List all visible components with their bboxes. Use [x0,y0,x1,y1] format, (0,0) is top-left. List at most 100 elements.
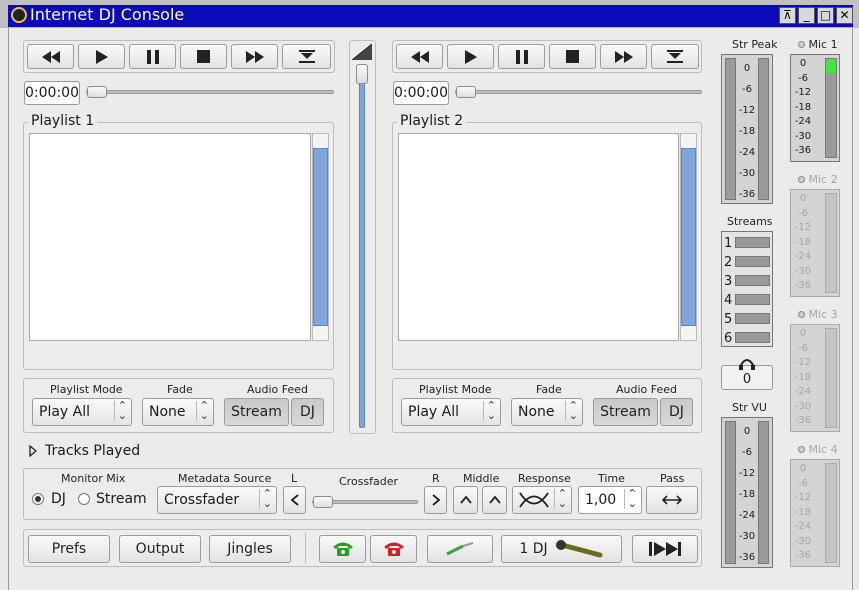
right-stream-toggle[interactable]: Stream [593,398,658,426]
stream-indicator [735,313,770,324]
app-record-icon [11,7,27,23]
left-stream-toggle[interactable]: Stream [224,398,289,426]
keep-above-button[interactable]: ⊼ [779,7,796,24]
mic1-level-bar [825,58,837,158]
pause-icon [515,49,528,64]
crossfade-curve-icon [519,492,549,508]
response-select[interactable]: ⌃ ⌄ [512,486,572,514]
left-stop-button[interactable] [180,44,227,69]
stream-indicator [735,275,770,286]
right-playlist-mode-select[interactable]: Play All ⌃ ⌄ [401,398,501,426]
scale-tick: -12 [794,87,812,98]
phone-answer-button[interactable] [319,535,366,563]
left-rewind-button[interactable] [27,44,74,69]
left-time-display[interactable]: 0:00:00 [24,81,80,105]
left-fast-forward-button[interactable] [231,44,278,69]
mic1-status-dot [798,41,805,48]
rewind-icon [410,50,429,63]
pass-button[interactable] [646,486,698,514]
spin-arrows-icon[interactable]: ⌃ ⌄ [623,488,637,509]
metadata-source-select[interactable]: Crossfader ⌃ ⌄ [157,486,277,514]
left-fade-select[interactable]: None ⌃ ⌄ [142,398,214,426]
right-fast-forward-button[interactable] [600,44,647,69]
right-playlist-scroll-thumb[interactable] [681,148,696,326]
advance-button[interactable] [632,535,698,563]
left-playlist[interactable] [29,133,311,341]
prefs-button[interactable]: Prefs [28,535,110,563]
right-playlist-mode-label: Playlist Mode [419,383,492,396]
scale-tick: -12 [738,468,756,479]
green-phone-icon [332,542,353,556]
stop-icon [566,50,579,63]
crossfader-right-button[interactable] [424,486,447,514]
scale-tick: -24 [794,251,812,262]
volume-icon [352,44,372,60]
jingles-button[interactable]: Jingles [209,535,291,563]
right-stop-after-button[interactable] [651,44,699,69]
left-pause-button[interactable] [129,44,176,69]
right-stop-button[interactable] [549,44,596,69]
dj-microphone-button[interactable]: 1 DJ [501,535,622,563]
mic1-peak-indicator [826,59,836,73]
left-playlist-mode-select[interactable]: Play All ⌃ ⌄ [32,398,132,426]
scale-tick: 0 [799,193,807,204]
right-playlist-mode-value: Play All [408,404,460,420]
stream-indicator [735,256,770,267]
right-seek-slider[interactable] [455,90,702,94]
mic3-level-bar [825,328,837,428]
right-time-display[interactable]: 0:00:00 [393,81,449,105]
left-playlist-scroll-thumb[interactable] [313,148,328,326]
right-seek-knob[interactable] [456,86,476,98]
middle-left-button[interactable] [453,486,478,514]
scale-tick: -36 [794,415,812,426]
time-value: 1,00 [585,492,617,508]
fast-forward-icon [245,50,264,63]
close-button[interactable]: ✕ [836,7,853,24]
middle-right-button[interactable] [482,486,507,514]
right-audio-feed-label: Audio Feed [616,383,678,396]
pass-label: Pass [660,472,685,485]
right-playlist[interactable] [398,133,679,341]
left-dj-toggle[interactable]: DJ [291,398,324,426]
volume-knob[interactable] [356,64,368,84]
left-seek-knob[interactable] [87,86,107,98]
chevron-up-icon [459,496,472,504]
right-dj-toggle[interactable]: DJ [660,398,693,426]
maximize-button[interactable]: □ [817,7,834,24]
minimize-button[interactable]: _ [798,7,815,24]
right-pause-button[interactable] [498,44,545,69]
mic1-scale: 0 -6 -12 -18 -24 -30 -36 [793,57,813,159]
tracks-played-expander[interactable]: Tracks Played [45,443,140,459]
scale-tick: -6 [798,207,808,219]
monitor-dj-label[interactable]: DJ [51,491,66,507]
output-button[interactable]: Output [119,535,201,563]
right-rewind-button[interactable] [396,44,443,69]
separator [305,533,306,563]
expander-arrow-icon[interactable] [29,445,37,457]
monitor-stream-radio[interactable] [78,493,90,505]
crossfader-left-button[interactable] [283,486,306,514]
response-label: Response [518,472,571,485]
middle-label: Middle [463,472,500,485]
scale-tick: -6 [798,342,808,354]
scale-tick: -18 [794,371,812,383]
left-stop-after-button[interactable] [282,44,331,69]
left-play-button[interactable] [78,44,125,69]
scale-tick: -18 [794,101,812,113]
crossfader-knob[interactable] [313,496,333,508]
scale-tick: -18 [794,506,812,518]
phone-hangup-button[interactable] [370,535,417,563]
spin-arrows-icon: ⌃ ⌄ [564,400,578,421]
volume-slider[interactable] [359,64,365,428]
mic1-label: Mic 1 [798,38,838,51]
right-fade-select[interactable]: None ⌃ ⌄ [511,398,583,426]
monitor-dj-radio[interactable] [32,493,44,505]
time-spinbox[interactable]: 1,00 ⌃ ⌄ [578,486,642,514]
aux-input-button[interactable] [427,535,493,563]
monitor-stream-label[interactable]: Stream [96,491,147,507]
headphones-icon [739,359,755,370]
str-peak-meter: 0 -6 -12 -18 -24 -30 -36 [721,54,773,204]
monitor-mix-label: Monitor Mix [61,472,126,485]
right-play-button[interactable] [447,44,494,69]
left-seek-slider[interactable] [86,90,334,94]
